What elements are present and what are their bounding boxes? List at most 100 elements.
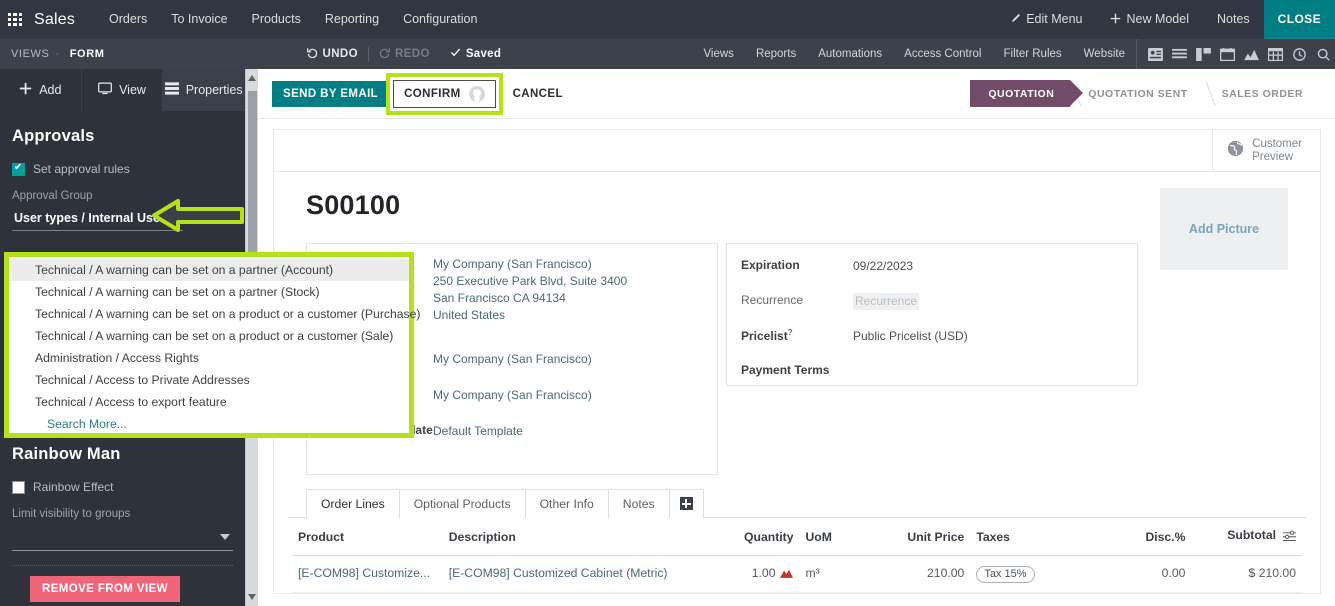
cell-description[interactable]: [E-COM98] Customized Cabinet (Metric): [442, 555, 694, 593]
col-uom[interactable]: UoM: [799, 518, 890, 556]
customer-name[interactable]: My Company (San Francisco): [433, 256, 627, 273]
customer-preview-button[interactable]: Customer Preview: [1212, 130, 1320, 171]
sidebar-divider: [12, 565, 233, 566]
expiration-label: Expiration: [741, 258, 800, 272]
check-icon: [450, 47, 461, 61]
quotation-template-value[interactable]: Default Template: [433, 423, 523, 440]
confirm-button[interactable]: CONFIRM: [393, 79, 496, 108]
remove-from-view-button[interactable]: REMOVE FROM VIEW: [30, 576, 180, 602]
dropdown-option[interactable]: Administration / Access Rights: [9, 347, 409, 369]
cancel-button[interactable]: CANCEL: [505, 82, 571, 106]
delivery-address-value[interactable]: My Company (San Francisco): [433, 387, 592, 404]
edit-menu-button[interactable]: Edit Menu: [996, 0, 1096, 40]
pipeline-step-quotation-sent[interactable]: QUOTATION SENT: [1070, 80, 1203, 107]
dropdown-option[interactable]: Technical / A warning can be set on a pr…: [9, 325, 409, 347]
rainbow-effect-row[interactable]: Rainbow Effect: [12, 476, 233, 508]
dropdown-option[interactable]: Technical / A warning can be set on a pa…: [9, 259, 409, 281]
recurrence-value[interactable]: Recurrence: [853, 293, 920, 310]
redo-button[interactable]: REDO: [369, 47, 440, 61]
dropdown-option[interactable]: Technical / A warning can be set on a pr…: [9, 303, 420, 325]
col-subtotal[interactable]: Subtotal: [1191, 518, 1302, 556]
cell-subtotal: $ 210.00: [1191, 555, 1302, 593]
status-pipeline: QUOTATION QUOTATION SENT SALES ORDER: [970, 80, 1335, 107]
help-icon[interactable]: ?: [788, 328, 793, 337]
column-options-icon[interactable]: [1283, 530, 1296, 545]
navbar-right-group: Edit Menu New Model Notes CLOSE: [996, 0, 1335, 39]
studio-tab-filter-rules[interactable]: Filter Rules: [993, 48, 1073, 60]
col-unit-price[interactable]: Unit Price: [889, 518, 971, 556]
search-icon[interactable]: [1311, 39, 1335, 69]
kanban-icon[interactable]: [1143, 39, 1167, 69]
add-picture-button[interactable]: Add Picture: [1160, 188, 1288, 270]
dropdown-search-more[interactable]: Search More...: [9, 413, 409, 435]
apps-grid-icon[interactable]: [8, 12, 22, 27]
limit-visibility-select[interactable]: [12, 527, 233, 551]
nav-item-reporting[interactable]: Reporting: [313, 0, 391, 39]
dropdown-option[interactable]: Technical / Access to export feature: [9, 391, 409, 413]
col-discount[interactable]: Disc.%: [1080, 518, 1192, 556]
pivot-icon[interactable]: [1263, 39, 1287, 69]
undo-button[interactable]: UNDO: [297, 47, 368, 61]
tab-optional-products[interactable]: Optional Products: [398, 489, 526, 518]
cell-quantity[interactable]: 1.00: [693, 555, 800, 593]
globe-icon: [1227, 140, 1244, 161]
pipeline-step-quotation[interactable]: QUOTATION: [970, 80, 1084, 107]
payment-terms-row: Payment Terms: [741, 363, 1123, 377]
forecast-icon[interactable]: [780, 566, 794, 583]
col-product[interactable]: Product: [292, 518, 443, 556]
studio-tab-website[interactable]: Website: [1073, 48, 1136, 60]
sheet-button-box: Customer Preview: [274, 130, 1320, 172]
calendar-icon[interactable]: [1215, 39, 1239, 69]
sidebar-tab-view[interactable]: View: [82, 69, 164, 111]
activity-icon[interactable]: [1287, 39, 1311, 69]
scroll-down-arrow-icon[interactable]: [248, 594, 256, 600]
breadcrumb-views[interactable]: VIEWS: [0, 48, 49, 60]
col-quantity[interactable]: Quantity: [693, 518, 800, 556]
expiration-value[interactable]: 09/22/2023: [853, 258, 913, 275]
annotation-arrow-icon: [152, 199, 244, 232]
form-columns: My Company (San Francisco) 250 Executive…: [306, 243, 1288, 475]
studio-tab-reports[interactable]: Reports: [745, 48, 807, 60]
tab-other-info[interactable]: Other Info: [524, 489, 609, 518]
studio-tab-views[interactable]: Views: [692, 48, 744, 60]
studio-tab-access-control[interactable]: Access Control: [893, 48, 992, 60]
notes-button[interactable]: Notes: [1203, 0, 1264, 39]
cell-unit-price[interactable]: 210.00: [889, 555, 971, 593]
nav-item-configuration[interactable]: Configuration: [391, 0, 489, 39]
tab-order-lines[interactable]: Order Lines: [306, 489, 400, 518]
tab-notes[interactable]: Notes: [607, 489, 670, 518]
cell-taxes[interactable]: Tax 15%: [970, 555, 1081, 593]
set-approval-rules-checkbox[interactable]: [12, 162, 25, 176]
nav-item-products[interactable]: Products: [240, 0, 313, 39]
new-model-button[interactable]: New Model: [1096, 0, 1203, 40]
order-lines-panel: Product Description Quantity UoM Unit Pr…: [274, 518, 1320, 593]
nav-item-orders[interactable]: Orders: [97, 0, 159, 39]
pricelist-label-text: Pricelist: [741, 329, 788, 343]
table-row[interactable]: [E-COM98] Customize... [E-COM98] Customi…: [292, 555, 1302, 593]
set-approval-rules-row[interactable]: Set approval rules: [12, 158, 233, 190]
sidebar-tab-add[interactable]: Add: [0, 69, 82, 111]
pipeline-step-sales-order[interactable]: SALES ORDER: [1204, 80, 1319, 107]
studio-tab-automations[interactable]: Automations: [807, 48, 893, 60]
scroll-up-arrow-icon[interactable]: [248, 75, 256, 81]
nav-item-to-invoice[interactable]: To Invoice: [159, 0, 239, 39]
approval-group-dropdown[interactable]: Technical / A warning can be set on a pa…: [4, 252, 420, 438]
col-taxes[interactable]: Taxes: [970, 518, 1081, 556]
dropdown-option[interactable]: Technical / A warning can be set on a pa…: [9, 281, 409, 303]
close-button[interactable]: CLOSE: [1263, 0, 1335, 39]
col-description[interactable]: Description: [442, 518, 694, 556]
list-icon[interactable]: [1167, 39, 1191, 69]
rainbow-effect-checkbox[interactable]: [12, 480, 25, 494]
graph-icon[interactable]: [1239, 39, 1263, 69]
add-tab-button[interactable]: [668, 489, 704, 518]
gantt-icon[interactable]: [1191, 39, 1215, 69]
app-brand-sales[interactable]: Sales: [34, 11, 75, 29]
pricelist-value[interactable]: Public Pricelist (USD): [853, 328, 968, 345]
cell-product[interactable]: [E-COM98] Customize...: [292, 555, 443, 593]
cell-discount[interactable]: 0.00: [1080, 555, 1192, 593]
invoice-address-value[interactable]: My Company (San Francisco): [433, 351, 592, 368]
sidebar-tab-properties[interactable]: Properties: [163, 69, 246, 111]
dropdown-option[interactable]: Technical / Access to Private Addresses: [9, 369, 409, 391]
cell-uom[interactable]: m³: [799, 555, 890, 593]
send-by-email-button[interactable]: SEND BY EMAIL: [272, 80, 390, 107]
